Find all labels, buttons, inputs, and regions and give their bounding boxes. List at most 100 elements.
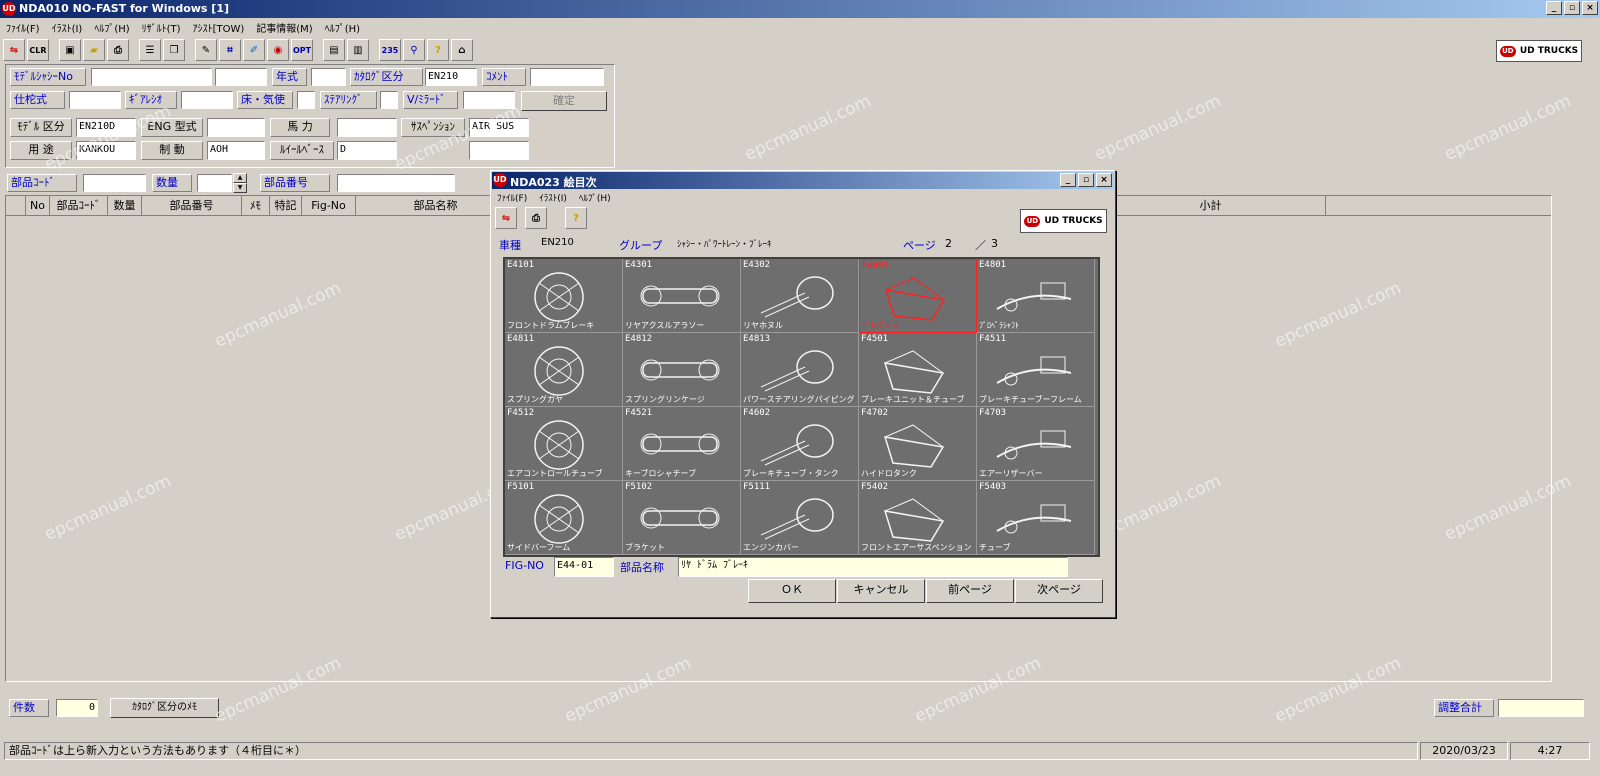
col-header-part-number[interactable]: 部品番号 [142,196,242,216]
illustration-thumbnail[interactable]: F5402 フロントエアーサスペンション [859,481,977,555]
illustration-thumbnail[interactable]: E4811 スプリングガヤ [505,333,623,407]
illustration-thumbnail[interactable]: E4401 ﾄﾞﾗﾑﾌﾞﾚｰｷ [859,259,977,333]
menu-result[interactable]: ﾘｻﾞﾙﾄ(T) [142,20,181,35]
usage-field[interactable]: KANKOU [76,141,136,160]
cancel-button[interactable]: キャンセル [837,579,925,603]
dialog-print-icon[interactable]: ⎙ [525,207,547,229]
wheelbase-field[interactable]: D [337,141,397,160]
dialog-help-icon[interactable]: ? [565,207,587,229]
illustration-thumbnail[interactable]: F4702 ハイドロタンク [859,407,977,481]
illustration-thumbnail[interactable]: F4501 ブレーキユニット＆チューブ [859,333,977,407]
number-button[interactable]: 235 [379,39,401,61]
illustration-thumbnail[interactable]: F4512 エアコントロールチューブ [505,407,623,481]
catalog-class-field[interactable]: EN210 [425,68,477,86]
clear-button[interactable]: CLR [27,39,49,61]
option-button[interactable]: OPT [291,39,313,61]
prev-page-button[interactable]: 前ページ [926,579,1014,603]
menu-help[interactable]: ﾍﾙﾌﾟ(H) [94,20,129,35]
eng-type-field[interactable] [207,118,265,137]
menu-help2[interactable]: ﾍﾙﾌﾟ(H) [325,20,360,35]
col-header-note[interactable]: 特記 [270,196,302,216]
quantity-stepper[interactable]: ▲ ▼ [233,173,247,193]
minimize-button[interactable]: _ [1546,1,1562,15]
illustration-thumbnail[interactable]: E4101 フロントドラムブレーキ [505,259,623,333]
menu-article[interactable]: 記事情報(M) [256,20,312,35]
illustration-thumbnail[interactable]: F5102 ブラケット [623,481,741,555]
floor-field[interactable] [297,91,315,109]
illustration-thumbnail[interactable]: F4602 ブレーキチューブ・タンク [741,407,859,481]
data-icon[interactable]: ⌗ [219,39,241,61]
illustration-thumbnail[interactable]: F5101 サイドバーフーム [505,481,623,555]
copy-icon[interactable]: ❐ [163,39,185,61]
dialog-exit-icon[interactable]: ⇋ [495,207,517,229]
col-header-subtotal[interactable]: 小計 [1096,196,1326,216]
brake-field[interactable]: AOH [207,141,265,160]
print-icon[interactable]: ⎙ [107,39,129,61]
suspension-field[interactable]: AIR SUS [469,118,529,137]
dialog-close-button[interactable]: × [1096,173,1112,187]
menu-assist[interactable]: ｱｼｽﾄ[TOW) [193,20,245,35]
mirror-field[interactable] [463,91,515,109]
model-class-field[interactable]: EN210D [76,118,136,137]
target-icon[interactable]: ◉ [267,39,289,61]
home-icon[interactable]: ⌂ [451,39,473,61]
stepper-down-icon[interactable]: ▼ [233,183,247,193]
ok-button[interactable]: ＯＫ [748,579,836,603]
illustration-thumbnail[interactable]: E4301 リヤアクスルアラソー [623,259,741,333]
col-header-part-code[interactable]: 部品ｺｰﾄﾞ [50,196,108,216]
illustration-thumbnail[interactable]: E4813 パワーステアリングパイピング [741,333,859,407]
col-header-qty[interactable]: 数量 [108,196,142,216]
dialog-minimize-button[interactable]: _ [1060,173,1076,187]
open-folder-icon[interactable]: ▰ [83,39,105,61]
illustration-thumbnail[interactable]: F4511 ブレーキチューブーフレーム [977,333,1095,407]
illustration-thumbnail[interactable]: F5403 チューブ [977,481,1095,555]
col-header-blank-3[interactable] [1326,196,1551,216]
spec-field[interactable] [69,91,121,109]
illustration-thumbnail[interactable]: F5111 エンジンカバー [741,481,859,555]
menu-file[interactable]: ﾌｧｲﾙ(F) [6,20,40,35]
illustration-thumbnail[interactable]: F4703 エアーリザーバー [977,407,1095,481]
illustration-thumbnail[interactable]: E4801 ﾌﾟﾛﾍﾟﾗｼｬﾌﾄ [977,259,1095,333]
maximize-button[interactable]: ▫ [1564,1,1580,15]
part-number-field[interactable] [337,174,455,192]
wrench-icon[interactable]: ✎ [195,39,217,61]
steering-field[interactable] [380,91,398,109]
document-icon[interactable]: ▥ [347,39,369,61]
col-header-select[interactable] [6,196,26,216]
illustration-thumbnail[interactable]: E4302 リヤホヌル [741,259,859,333]
col-header-no[interactable]: No [26,196,50,216]
dialog-menu-illust[interactable]: ｲﾗｽﾄ(I) [539,191,567,204]
menu-illust[interactable]: ｲﾗｽﾄ(I) [52,20,83,35]
comment-field[interactable] [530,68,604,86]
col-header-memo[interactable]: ﾒﾓ [242,196,270,216]
dialog-menu-help[interactable]: ﾍﾙﾌﾟ(H) [579,191,611,204]
quantity-field[interactable] [197,174,232,192]
list-icon[interactable]: ☰ [139,39,161,61]
next-page-button[interactable]: 次ページ [1015,579,1103,603]
horsepower-field[interactable] [337,118,397,137]
book-icon[interactable]: ▤ [323,39,345,61]
close-button[interactable]: × [1582,1,1598,15]
network-icon[interactable]: ⚲ [403,39,425,61]
model-chassis-field[interactable] [91,68,212,86]
model-chassis-field-2[interactable] [215,68,267,86]
year-field[interactable] [311,68,346,86]
help-icon[interactable]: ? [427,39,449,61]
fig-no-field[interactable]: E44-01 [554,557,614,577]
dialog-maximize-button[interactable]: ▫ [1078,173,1094,187]
illustration-thumbnail[interactable]: E4812 スプリングリンケージ [623,333,741,407]
edit-icon[interactable]: ✐ [243,39,265,61]
col-header-fig-no[interactable]: Fig-No [302,196,356,216]
gear-ratio-field[interactable] [181,91,233,109]
extra-field[interactable] [469,141,529,160]
dialog-menu-file[interactable]: ﾌｧｲﾙ(F) [497,191,527,204]
exit-icon[interactable]: ⇋ [3,39,25,61]
catalog-memo-button[interactable]: ｶﾀﾛｸﾞ区分のﾒﾓ [110,698,219,718]
save-icon[interactable]: ▣ [59,39,81,61]
confirm-button[interactable]: 確定 [521,91,607,111]
part-code-field[interactable] [83,174,146,192]
part-name-field[interactable]: ﾘﾔ ﾄﾞﾗﾑ ﾌﾞﾚｰｷ [678,557,1068,577]
stepper-up-icon[interactable]: ▲ [233,173,247,183]
adjust-total-field[interactable] [1498,699,1584,717]
illustration-thumbnail[interactable]: F4521 キーブロシャチーブ [623,407,741,481]
